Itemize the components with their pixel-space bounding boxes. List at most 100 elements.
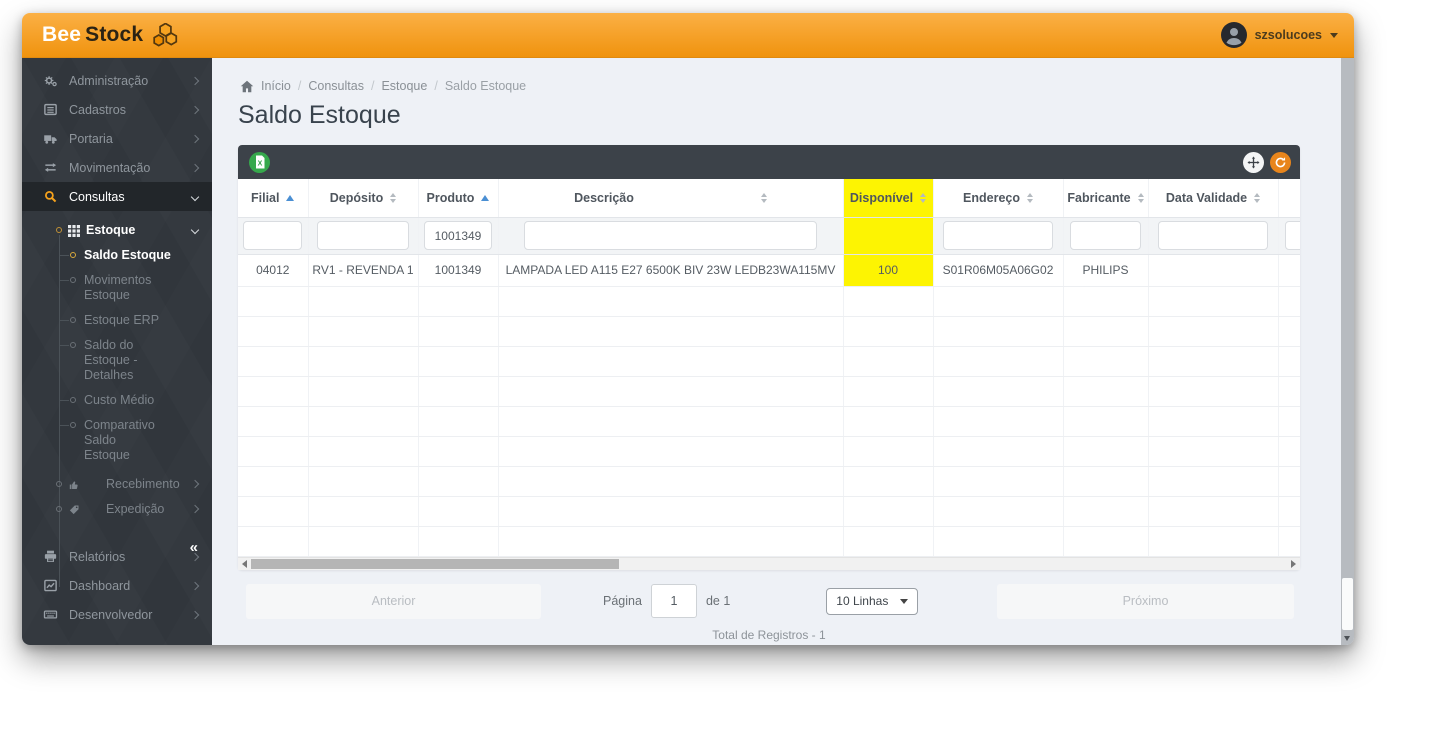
column-header-data-validade[interactable]: Data Validade xyxy=(1148,179,1279,218)
filter-input-fabricante[interactable] xyxy=(1069,221,1142,250)
previous-page-button[interactable]: Anterior xyxy=(246,583,541,619)
avatar xyxy=(1220,22,1247,48)
chevron-down-icon xyxy=(190,225,200,235)
sidebar-item-cadastros[interactable]: Cadastros xyxy=(22,95,212,124)
sidebar-item-desenvolvedor[interactable]: Desenvolvedor xyxy=(22,600,212,629)
chevron-down-icon xyxy=(1330,32,1338,38)
search-icon xyxy=(43,189,58,204)
empty-row xyxy=(238,496,1300,527)
sidebar-item-portaria[interactable]: Portaria xyxy=(22,124,212,153)
columns-move-button[interactable] xyxy=(1243,151,1264,173)
export-excel-button[interactable]: X xyxy=(249,151,270,173)
vertical-scrollbar-thumb[interactable] xyxy=(1342,578,1353,630)
page-label: Página xyxy=(603,594,642,608)
submenu-item-expedicao[interactable]: Expedição xyxy=(22,497,212,522)
filter-row xyxy=(238,217,1300,255)
chart-icon xyxy=(43,578,58,593)
printer-icon xyxy=(43,549,58,564)
sidebar-item-administracao[interactable]: Administração xyxy=(22,66,212,95)
column-header-endereco[interactable]: Endereço xyxy=(933,179,1064,218)
total-records-label: Total de Registros - 1 xyxy=(712,627,826,642)
sidebar-item-dashboard[interactable]: Dashboard xyxy=(22,571,212,600)
filter-input-deposito[interactable] xyxy=(316,221,410,250)
submenu-bullet xyxy=(70,397,76,403)
sidebar-item-relatorios[interactable]: Relatórios xyxy=(22,542,212,571)
sidebar-item-consultas[interactable]: Consultas xyxy=(22,182,212,211)
breadcrumb-inicio[interactable]: Início xyxy=(261,79,301,93)
horizontal-scrollbar[interactable] xyxy=(238,556,1300,570)
filter-input-descricao[interactable] xyxy=(524,221,817,250)
filter-input-overflow[interactable] xyxy=(1285,221,1300,250)
cell-produto: 1001349 xyxy=(418,254,499,287)
submenu-item-custo-medio[interactable]: Custo Médio xyxy=(22,388,212,413)
column-header-produto[interactable]: Produto xyxy=(418,179,499,218)
submenu-item-movimentos-estoque[interactable]: Movimentos Estoque xyxy=(22,268,212,308)
results-panel: X Filial Depósito Produto Descrição Disp… xyxy=(238,145,1300,570)
filter-input-filial[interactable] xyxy=(243,221,303,250)
scroll-down-icon[interactable] xyxy=(1344,636,1350,641)
submenu-item-comparativo-saldo-estoque[interactable]: Comparativo Saldo Estoque xyxy=(22,413,212,468)
submenu-item-label: Saldo Estoque xyxy=(84,248,171,262)
sort-icon xyxy=(1026,192,1033,203)
breadcrumb-consultas[interactable]: Consultas xyxy=(308,79,374,93)
excel-file-icon: X xyxy=(255,155,264,169)
filter-input-produto[interactable] xyxy=(424,221,492,250)
filter-input-data-validade[interactable] xyxy=(1158,221,1268,250)
svg-text:X: X xyxy=(257,161,262,168)
submenu-bullet xyxy=(70,317,76,323)
page-title: Saldo Estoque xyxy=(238,101,401,129)
column-header-disponivel[interactable]: Disponível xyxy=(843,179,934,218)
submenu-item-saldo-estoque-detalhes[interactable]: Saldo do Estoque - Detalhes xyxy=(22,333,212,388)
chevron-right-icon xyxy=(190,504,200,514)
table-row[interactable]: 04012 RV1 - REVENDA 1 1001349 LAMPADA LE… xyxy=(238,254,1300,287)
cell-endereco: S01R06M05A06G02 xyxy=(933,254,1064,287)
sidebar-collapse-button[interactable]: « xyxy=(190,539,198,556)
sort-icon xyxy=(1254,192,1261,203)
sidebar-item-label: Movimentação xyxy=(69,160,151,175)
empty-row xyxy=(238,466,1300,497)
page-number-input[interactable] xyxy=(650,584,697,618)
column-header-fabricante[interactable]: Fabricante xyxy=(1063,179,1149,218)
empty-row xyxy=(238,406,1300,437)
honeycomb-icon xyxy=(153,22,178,47)
horizontal-scrollbar-thumb[interactable] xyxy=(251,558,619,569)
vertical-scrollbar[interactable] xyxy=(1341,58,1354,645)
beestock-logo[interactable]: Bee Stock xyxy=(42,22,180,48)
submenu-bullet xyxy=(56,481,62,487)
list-icon xyxy=(43,102,58,117)
user-menu[interactable]: szsolucoes xyxy=(1220,22,1338,48)
column-header-filial[interactable]: Filial xyxy=(238,179,309,218)
brand-stock: Stock xyxy=(85,23,144,46)
sort-icon xyxy=(1137,192,1144,203)
refresh-button[interactable] xyxy=(1270,151,1291,173)
submenu-item-label: Expedição xyxy=(106,502,165,516)
scroll-right-icon[interactable] xyxy=(1291,559,1296,568)
next-page-button[interactable]: Próximo xyxy=(997,583,1294,619)
breadcrumb-estoque[interactable]: Estoque xyxy=(381,79,437,93)
submenu-bullet xyxy=(70,277,76,283)
sidebar-item-movimentacao[interactable]: Movimentação xyxy=(22,153,212,182)
rows-per-page-value: 10 Linhas xyxy=(836,594,889,608)
column-header-descricao[interactable]: Descrição xyxy=(498,179,844,218)
chevron-right-icon xyxy=(190,134,200,143)
submenu-item-saldo-estoque[interactable]: Saldo Estoque xyxy=(22,243,212,268)
page-of-label: de 1 xyxy=(705,594,731,608)
filter-input-endereco[interactable] xyxy=(943,221,1053,250)
submenu-item-label: Custo Médio xyxy=(84,393,155,407)
empty-row xyxy=(238,376,1300,407)
chevron-right-icon xyxy=(190,163,200,172)
submenu-item-label: Movimentos Estoque xyxy=(84,273,152,302)
breadcrumb: Início Consultas Estoque Saldo Estoque xyxy=(240,79,1354,93)
submenu-item-estoque-erp[interactable]: Estoque ERP xyxy=(22,308,212,333)
submenu-bullet xyxy=(70,422,76,428)
rows-per-page-select[interactable]: 10 Linhas xyxy=(826,587,919,615)
sidebar-item-label: Desenvolvedor xyxy=(69,607,153,622)
scroll-left-icon[interactable] xyxy=(242,559,247,568)
sidebar-item-label: Cadastros xyxy=(69,102,126,117)
cell-fabricante: PHILIPS xyxy=(1063,254,1149,287)
panel-toolbar: X xyxy=(238,145,1300,179)
cell-disponivel: 100 xyxy=(843,254,934,287)
column-header-deposito[interactable]: Depósito xyxy=(308,179,419,218)
submenu-item-estoque[interactable]: Estoque xyxy=(22,218,212,243)
submenu-item-recebimento[interactable]: Recebimento xyxy=(22,472,212,497)
